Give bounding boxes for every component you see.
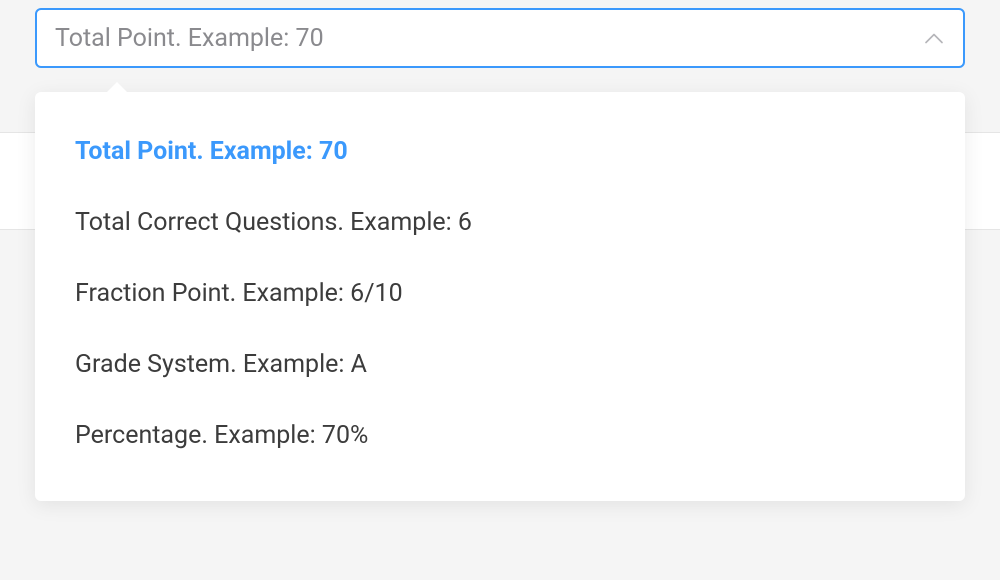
option-label: Grade System. Example: A	[75, 350, 367, 379]
select-value: Total Point. Example: 70	[55, 24, 923, 53]
option-label: Fraction Point. Example: 6/10	[75, 279, 403, 308]
chevron-up-icon	[923, 27, 945, 49]
option-label: Percentage. Example: 70%	[75, 421, 368, 450]
option-grade-system[interactable]: Grade System. Example: A	[35, 329, 965, 400]
option-fraction-point[interactable]: Fraction Point. Example: 6/10	[35, 258, 965, 329]
option-label: Total Point. Example: 70	[75, 137, 348, 166]
option-total-point[interactable]: Total Point. Example: 70	[35, 116, 965, 187]
option-label: Total Correct Questions. Example: 6	[75, 208, 472, 237]
select-container: Total Point. Example: 70 Total Point. Ex…	[35, 8, 965, 68]
option-total-correct-questions[interactable]: Total Correct Questions. Example: 6	[35, 187, 965, 258]
option-percentage[interactable]: Percentage. Example: 70%	[35, 400, 965, 471]
select-dropdown: Total Point. Example: 70 Total Correct Q…	[35, 92, 965, 501]
grading-type-select[interactable]: Total Point. Example: 70	[35, 8, 965, 68]
